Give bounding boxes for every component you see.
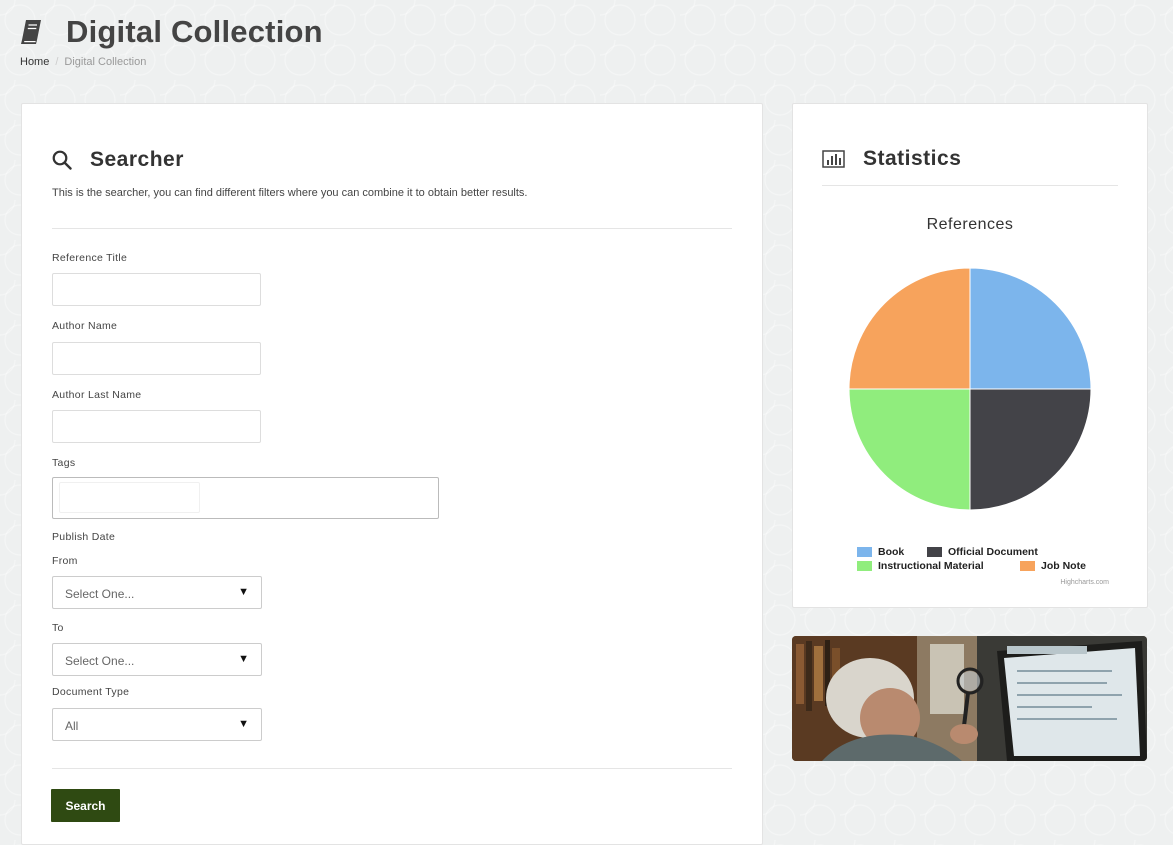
book-icon (21, 20, 41, 44)
search-icon (52, 150, 72, 170)
reference-title-label: Reference Title (52, 252, 128, 264)
legend-item-official-document[interactable]: Official Document (927, 546, 1038, 558)
pie-slice-book[interactable] (969, 267, 1092, 390)
photo-image (792, 636, 1147, 761)
author-name-label: Author Name (52, 320, 118, 332)
breadcrumb: Home / Digital Collection (20, 56, 323, 68)
page-heading: Digital Collection (66, 14, 323, 49)
legend-label: Official Document (948, 546, 1038, 558)
searcher-title: Searcher (90, 148, 184, 171)
author-name-input[interactable] (52, 342, 261, 375)
legend-swatch (927, 547, 942, 557)
legend-swatch (1020, 561, 1035, 571)
from-date-value: Select One... (65, 587, 135, 601)
from-date-select[interactable]: Select One... ▼ (52, 576, 262, 609)
caret-down-icon: ▼ (238, 586, 249, 598)
breadcrumb-current: Digital Collection (64, 56, 147, 68)
statistics-panel: Statistics References Book Official Docu… (792, 103, 1148, 608)
legend-label: Job Note (1041, 560, 1086, 572)
page-header: Digital Collection Home / Digital Collecti… (20, 14, 323, 68)
document-type-value: All (65, 719, 79, 733)
page-title: Digital Collection (20, 14, 323, 50)
document-type-select[interactable]: All ▼ (52, 708, 262, 741)
from-label: From (52, 555, 78, 567)
pie-slice-job-note[interactable] (848, 267, 971, 390)
pie-slice-official-document[interactable] (969, 388, 1092, 511)
chart-legend: Book Official Document Instructional Mat… (857, 545, 1086, 573)
author-last-name-label: Author Last Name (52, 389, 142, 401)
reference-title-input[interactable] (52, 273, 261, 306)
breadcrumb-home[interactable]: Home (20, 56, 49, 68)
to-label: To (52, 622, 64, 634)
legend-item-job-note[interactable]: Job Note (1020, 560, 1086, 572)
searcher-panel: Searcher This is the searcher, you can f… (21, 103, 763, 845)
legend-row: Book Official Document (857, 545, 1086, 559)
legend-swatch (857, 547, 872, 557)
divider (52, 768, 732, 769)
caret-down-icon: ▼ (238, 653, 249, 665)
legend-item-book[interactable]: Book (857, 546, 927, 558)
legend-swatch (857, 561, 872, 571)
tags-input[interactable] (59, 482, 200, 513)
library-photo (792, 636, 1147, 761)
legend-label: Instructional Material (878, 560, 984, 572)
author-last-name-input[interactable] (52, 410, 261, 443)
chart-credits[interactable]: Highcharts.com (1060, 579, 1109, 586)
breadcrumb-separator: / (55, 56, 59, 68)
searcher-description: This is the searcher, you can find diffe… (52, 187, 528, 199)
caret-down-icon: ▼ (238, 718, 249, 730)
legend-item-instructional-material[interactable]: Instructional Material (857, 560, 1020, 572)
to-date-select[interactable]: Select One... ▼ (52, 643, 262, 676)
divider (52, 228, 732, 229)
legend-row: Instructional Material Job Note (857, 559, 1086, 573)
pie-slice-instructional-material[interactable] (848, 388, 971, 511)
tags-label: Tags (52, 457, 76, 469)
searcher-heading: Searcher (52, 148, 184, 172)
to-date-value: Select One... (65, 654, 135, 668)
legend-label: Book (878, 546, 905, 558)
search-button[interactable]: Search (51, 789, 120, 822)
references-pie-chart (848, 267, 1092, 511)
tags-field[interactable] (52, 477, 439, 519)
document-type-label: Document Type (52, 686, 130, 698)
publish-date-label: Publish Date (52, 531, 116, 543)
